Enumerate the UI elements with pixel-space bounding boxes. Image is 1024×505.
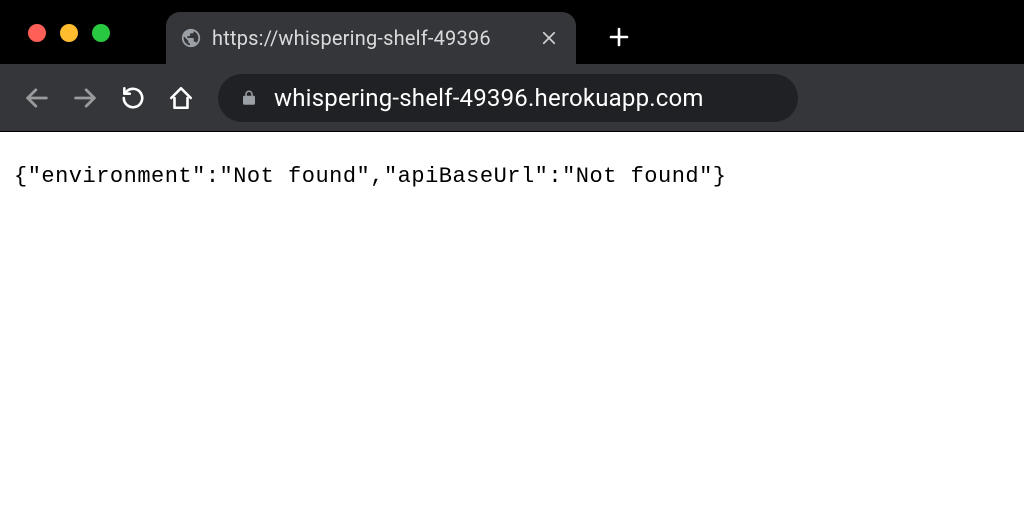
forward-button[interactable] [64,77,106,119]
address-bar[interactable]: whispering-shelf-49396.herokuapp.com [218,74,798,122]
browser-toolbar: whispering-shelf-49396.herokuapp.com [0,64,1024,132]
tab-close-button[interactable] [540,29,558,47]
lock-icon [240,89,258,107]
window-maximize-button[interactable] [92,24,110,42]
new-tab-button[interactable] [604,22,634,52]
url-text: whispering-shelf-49396.herokuapp.com [274,84,704,112]
home-button[interactable] [160,77,202,119]
window-minimize-button[interactable] [60,24,78,42]
tab-title: https://whispering-shelf-49396 [212,26,522,50]
browser-tab-strip: https://whispering-shelf-49396 [0,0,1024,64]
globe-icon [180,27,202,49]
window-controls [28,24,110,42]
back-button[interactable] [16,77,58,119]
page-body-text: {"environment":"Not found","apiBaseUrl":… [0,132,1024,221]
browser-tab[interactable]: https://whispering-shelf-49396 [166,12,576,64]
window-close-button[interactable] [28,24,46,42]
reload-button[interactable] [112,77,154,119]
